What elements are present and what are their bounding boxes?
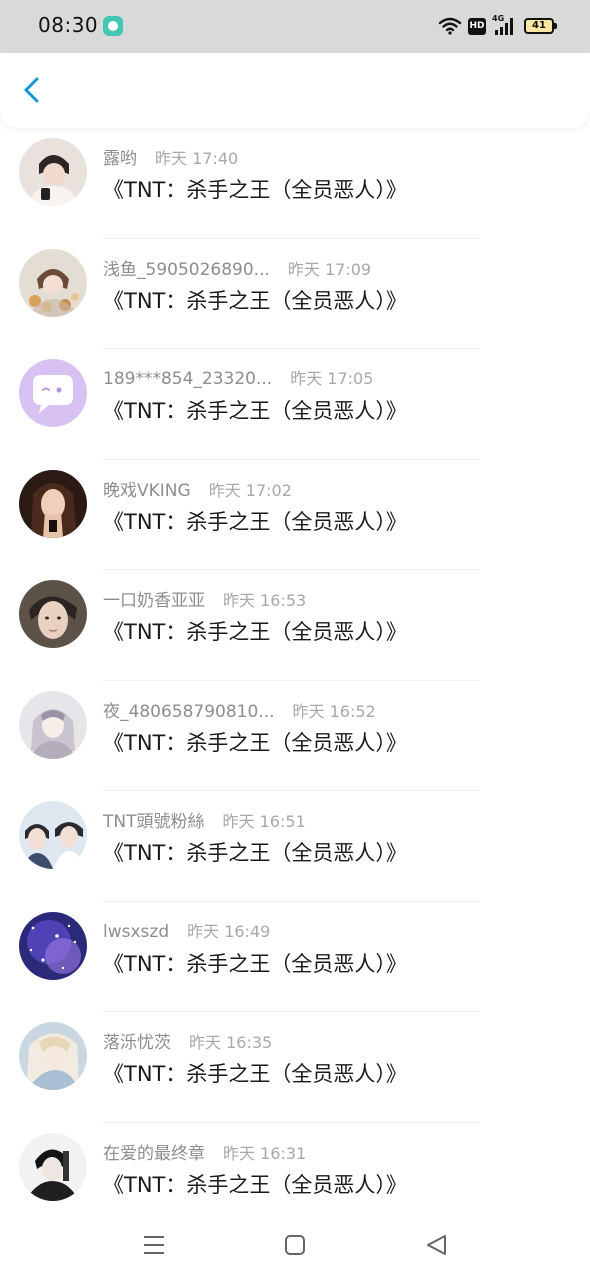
list-item-header: TNT頭號粉絲 昨天 16:51 (103, 807, 306, 832)
timestamp: 昨天 16:35 (189, 1033, 273, 1052)
list-item[interactable]: 落泺忧茨 昨天 16:35 《TNT：杀手之王（全员恶人）》 (0, 1012, 590, 1123)
message-list: 露哟 昨天 17:40 《TNT：杀手之王（全员恶人）》 浅鱼_590502689… (0, 128, 590, 1233)
avatar[interactable] (19, 138, 87, 206)
list-item-header: 晚戏VKING 昨天 17:02 (103, 476, 292, 501)
avatar[interactable] (19, 911, 87, 980)
user-name[interactable]: 189***854_23320... (103, 369, 272, 389)
message-text: 《TNT：杀手之王（全员恶人）》 (103, 1172, 407, 1197)
message-text: 《TNT：杀手之王（全员恶人）》 (103, 620, 407, 644)
timestamp: 昨天 16:52 (292, 701, 376, 721)
list-item-header: 夜_480658790810... 昨天 16:52 (103, 697, 376, 722)
user-name[interactable]: 浅鱼_5905026890... (103, 260, 270, 280)
avatar[interactable] (19, 801, 87, 869)
avatar[interactable] (19, 469, 87, 538)
timestamp: 昨天 16:31 (223, 1143, 307, 1163)
message-text: 《TNT：杀手之王（全员恶人）》 (103, 178, 407, 202)
list-item[interactable]: 浅鱼_5905026890... 昨天 17:09 《TNT：杀手之王（全员恶人）… (0, 239, 590, 349)
timestamp: 昨天 16:49 (187, 921, 271, 941)
user-name[interactable]: 在爱的最终章 (103, 1144, 205, 1164)
timestamp: 昨天 17:09 (287, 259, 372, 279)
list-item[interactable]: 晚戏VKING 昨天 17:02 《TNT：杀手之王（全员恶人）》 (0, 460, 590, 570)
list-item[interactable]: lwsxszd 昨天 16:49 《TNT：杀手之王（全员恶人）》 (0, 902, 590, 1012)
list-item[interactable]: 露哟 昨天 17:40 《TNT：杀手之王（全员恶人）》 (0, 128, 590, 239)
user-name[interactable]: TNT頭號粉絲 (103, 812, 205, 832)
avatar[interactable] (19, 690, 87, 759)
list-item[interactable]: 夜_480658790810... 昨天 16:52 《TNT：杀手之王（全员恶人… (0, 681, 590, 791)
user-name[interactable]: 露哟 (103, 149, 137, 169)
list-item-header: 落泺忧茨 昨天 16:35 (103, 1028, 273, 1053)
message-text: 《TNT：杀手之王（全员恶人）》 (103, 1062, 407, 1086)
message-text: 《TNT：杀手之王（全员恶人）》 (103, 951, 407, 976)
list-item[interactable]: 一口奶香亚亚 昨天 16:53 《TNT：杀手之王（全员恶人）》 (0, 570, 590, 681)
avatar[interactable] (19, 1022, 87, 1090)
list-item-header: 189***854_23320... 昨天 17:05 (103, 365, 373, 389)
battery-icon: 41 (524, 18, 557, 34)
list-item-header: 在爱的最终章 昨天 16:31 (103, 1139, 307, 1164)
hd-badge: HD (468, 17, 486, 35)
avatar[interactable] (19, 1132, 87, 1201)
back-chevron-icon[interactable] (16, 73, 50, 107)
user-name[interactable]: 晚戏VKING (103, 481, 191, 501)
status-indicators: HD 4G 41 (438, 14, 557, 37)
user-name[interactable]: lwsxszd (103, 922, 169, 942)
home-square-icon[interactable] (280, 1230, 310, 1260)
user-name[interactable]: 夜_480658790810... (103, 702, 275, 722)
timestamp: 昨天 17:40 (155, 149, 239, 168)
message-text: 《TNT：杀手之王（全员恶人）》 (103, 730, 407, 755)
cellular-signal-icon: 4G (492, 14, 518, 36)
avatar[interactable] (19, 248, 87, 317)
list-item[interactable]: 189***854_23320... 昨天 17:05 《TNT：杀手之王（全员恶… (0, 349, 590, 460)
status-bar: 08:30 HD 4G 41 (0, 0, 590, 53)
wifi-icon (438, 17, 462, 35)
list-item-header: 一口奶香亚亚 昨天 16:53 (103, 586, 307, 611)
menu-icon[interactable] (139, 1230, 169, 1260)
chat-app-notification-icon (103, 16, 123, 36)
top-header (0, 53, 590, 128)
avatar[interactable] (19, 359, 87, 427)
system-nav-bar (0, 1210, 590, 1280)
message-text: 《TNT：杀手之王（全员恶人）》 (103, 288, 407, 313)
message-text: 《TNT：杀手之王（全员恶人）》 (103, 399, 407, 423)
timestamp: 昨天 17:05 (290, 369, 374, 388)
list-item-header: lwsxszd 昨天 16:49 (103, 918, 270, 942)
timestamp: 昨天 17:02 (208, 480, 292, 500)
list-item-header: 浅鱼_5905026890... 昨天 17:09 (103, 255, 372, 280)
back-triangle-icon[interactable] (421, 1230, 451, 1260)
timestamp: 昨天 16:53 (223, 591, 307, 610)
user-name[interactable]: 落泺忧茨 (103, 1033, 171, 1053)
list-item[interactable]: TNT頭號粉絲 昨天 16:51 《TNT：杀手之王（全员恶人）》 (0, 791, 590, 902)
message-text: 《TNT：杀手之王（全员恶人）》 (103, 509, 407, 534)
list-item-header: 露哟 昨天 17:40 (103, 144, 239, 169)
network-type-label: 4G (492, 14, 505, 23)
user-name[interactable]: 一口奶香亚亚 (103, 591, 205, 611)
status-time: 08:30 (38, 13, 99, 37)
timestamp: 昨天 16:51 (222, 812, 306, 831)
message-text: 《TNT：杀手之王（全员恶人）》 (103, 841, 407, 865)
avatar[interactable] (19, 580, 87, 648)
